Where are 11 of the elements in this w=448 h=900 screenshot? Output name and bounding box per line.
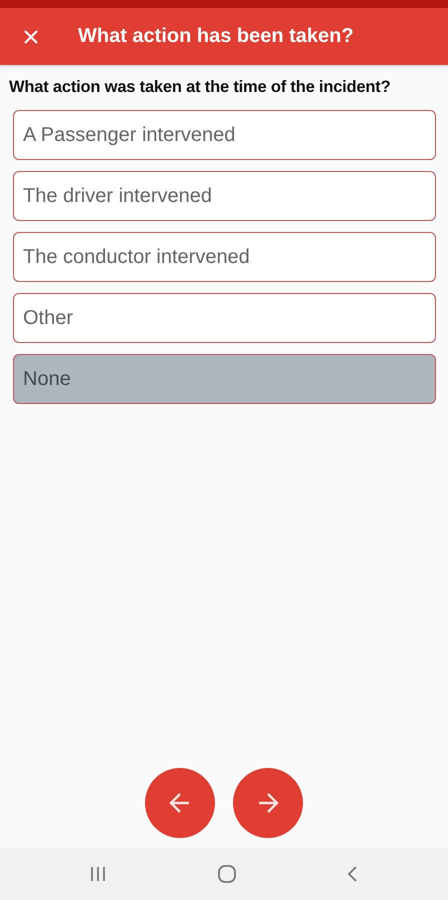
screen-title: What action has been taken? [78, 25, 354, 48]
recent-apps-icon[interactable] [89, 866, 107, 882]
answer-option[interactable]: None [13, 354, 436, 404]
question-text: What action was taken at the time of the incident? [8, 77, 392, 97]
close-icon [24, 30, 38, 44]
answer-option[interactable]: A Passenger intervened [13, 110, 436, 160]
back-icon[interactable] [346, 865, 358, 883]
home-icon[interactable] [216, 864, 236, 884]
answer-option[interactable]: Other [13, 293, 436, 343]
answer-option[interactable]: The conductor intervened [13, 232, 436, 282]
answer-option[interactable]: The driver intervened [13, 171, 436, 221]
